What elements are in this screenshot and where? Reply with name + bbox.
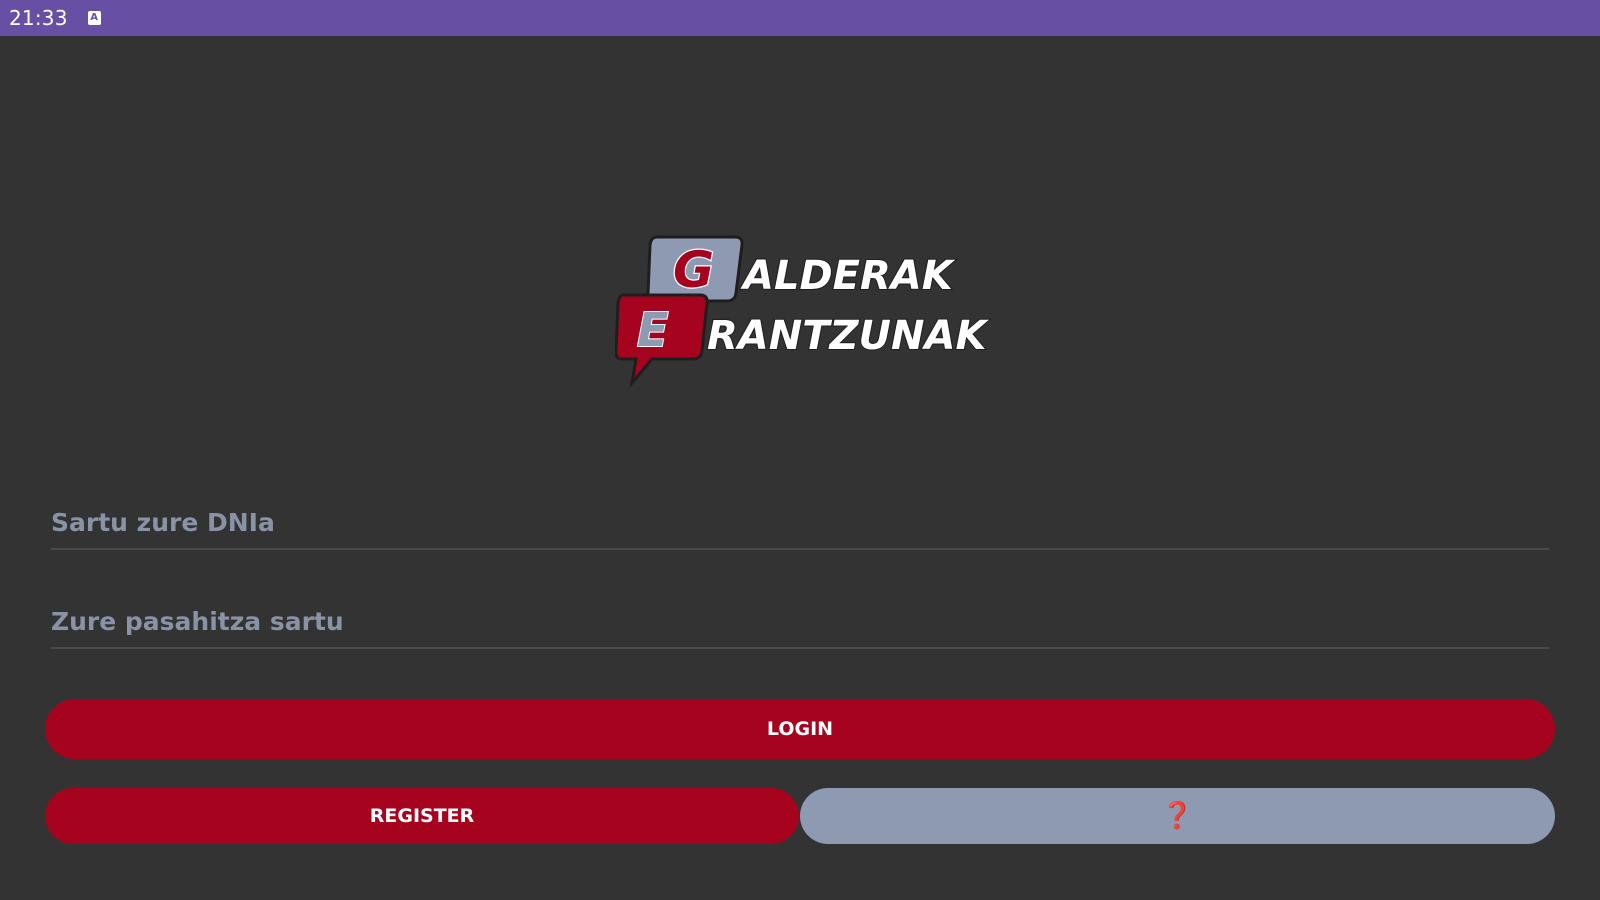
register-button-label: REGISTER (369, 805, 475, 827)
logo-text-galderak: ALDERAK (740, 253, 956, 299)
help-button[interactable]: ❓ (800, 788, 1555, 844)
login-button-label: LOGIN (766, 718, 834, 740)
question-mark-icon: ❓ (1161, 801, 1194, 831)
password-input[interactable] (51, 595, 1549, 647)
logo-letter-g: G (673, 241, 714, 299)
status-time: 21:33 (9, 6, 68, 30)
logo-text-erantzunak: RANTZUNAK (707, 313, 989, 359)
dni-field (51, 496, 1549, 550)
register-button[interactable]: REGISTER (45, 788, 799, 844)
status-bar: 21:33 A (0, 0, 1600, 36)
dni-input[interactable] (51, 496, 1549, 548)
app-logo: G E ALDERAK RANTZUNAK (615, 235, 990, 389)
login-button[interactable]: LOGIN (45, 699, 1555, 759)
logo-letter-e: E (637, 303, 668, 357)
login-screen: G E ALDERAK RANTZUNAK LOGIN REGISTER ❓ (0, 36, 1600, 900)
password-field (51, 595, 1549, 649)
text-a-icon: A (87, 11, 101, 25)
